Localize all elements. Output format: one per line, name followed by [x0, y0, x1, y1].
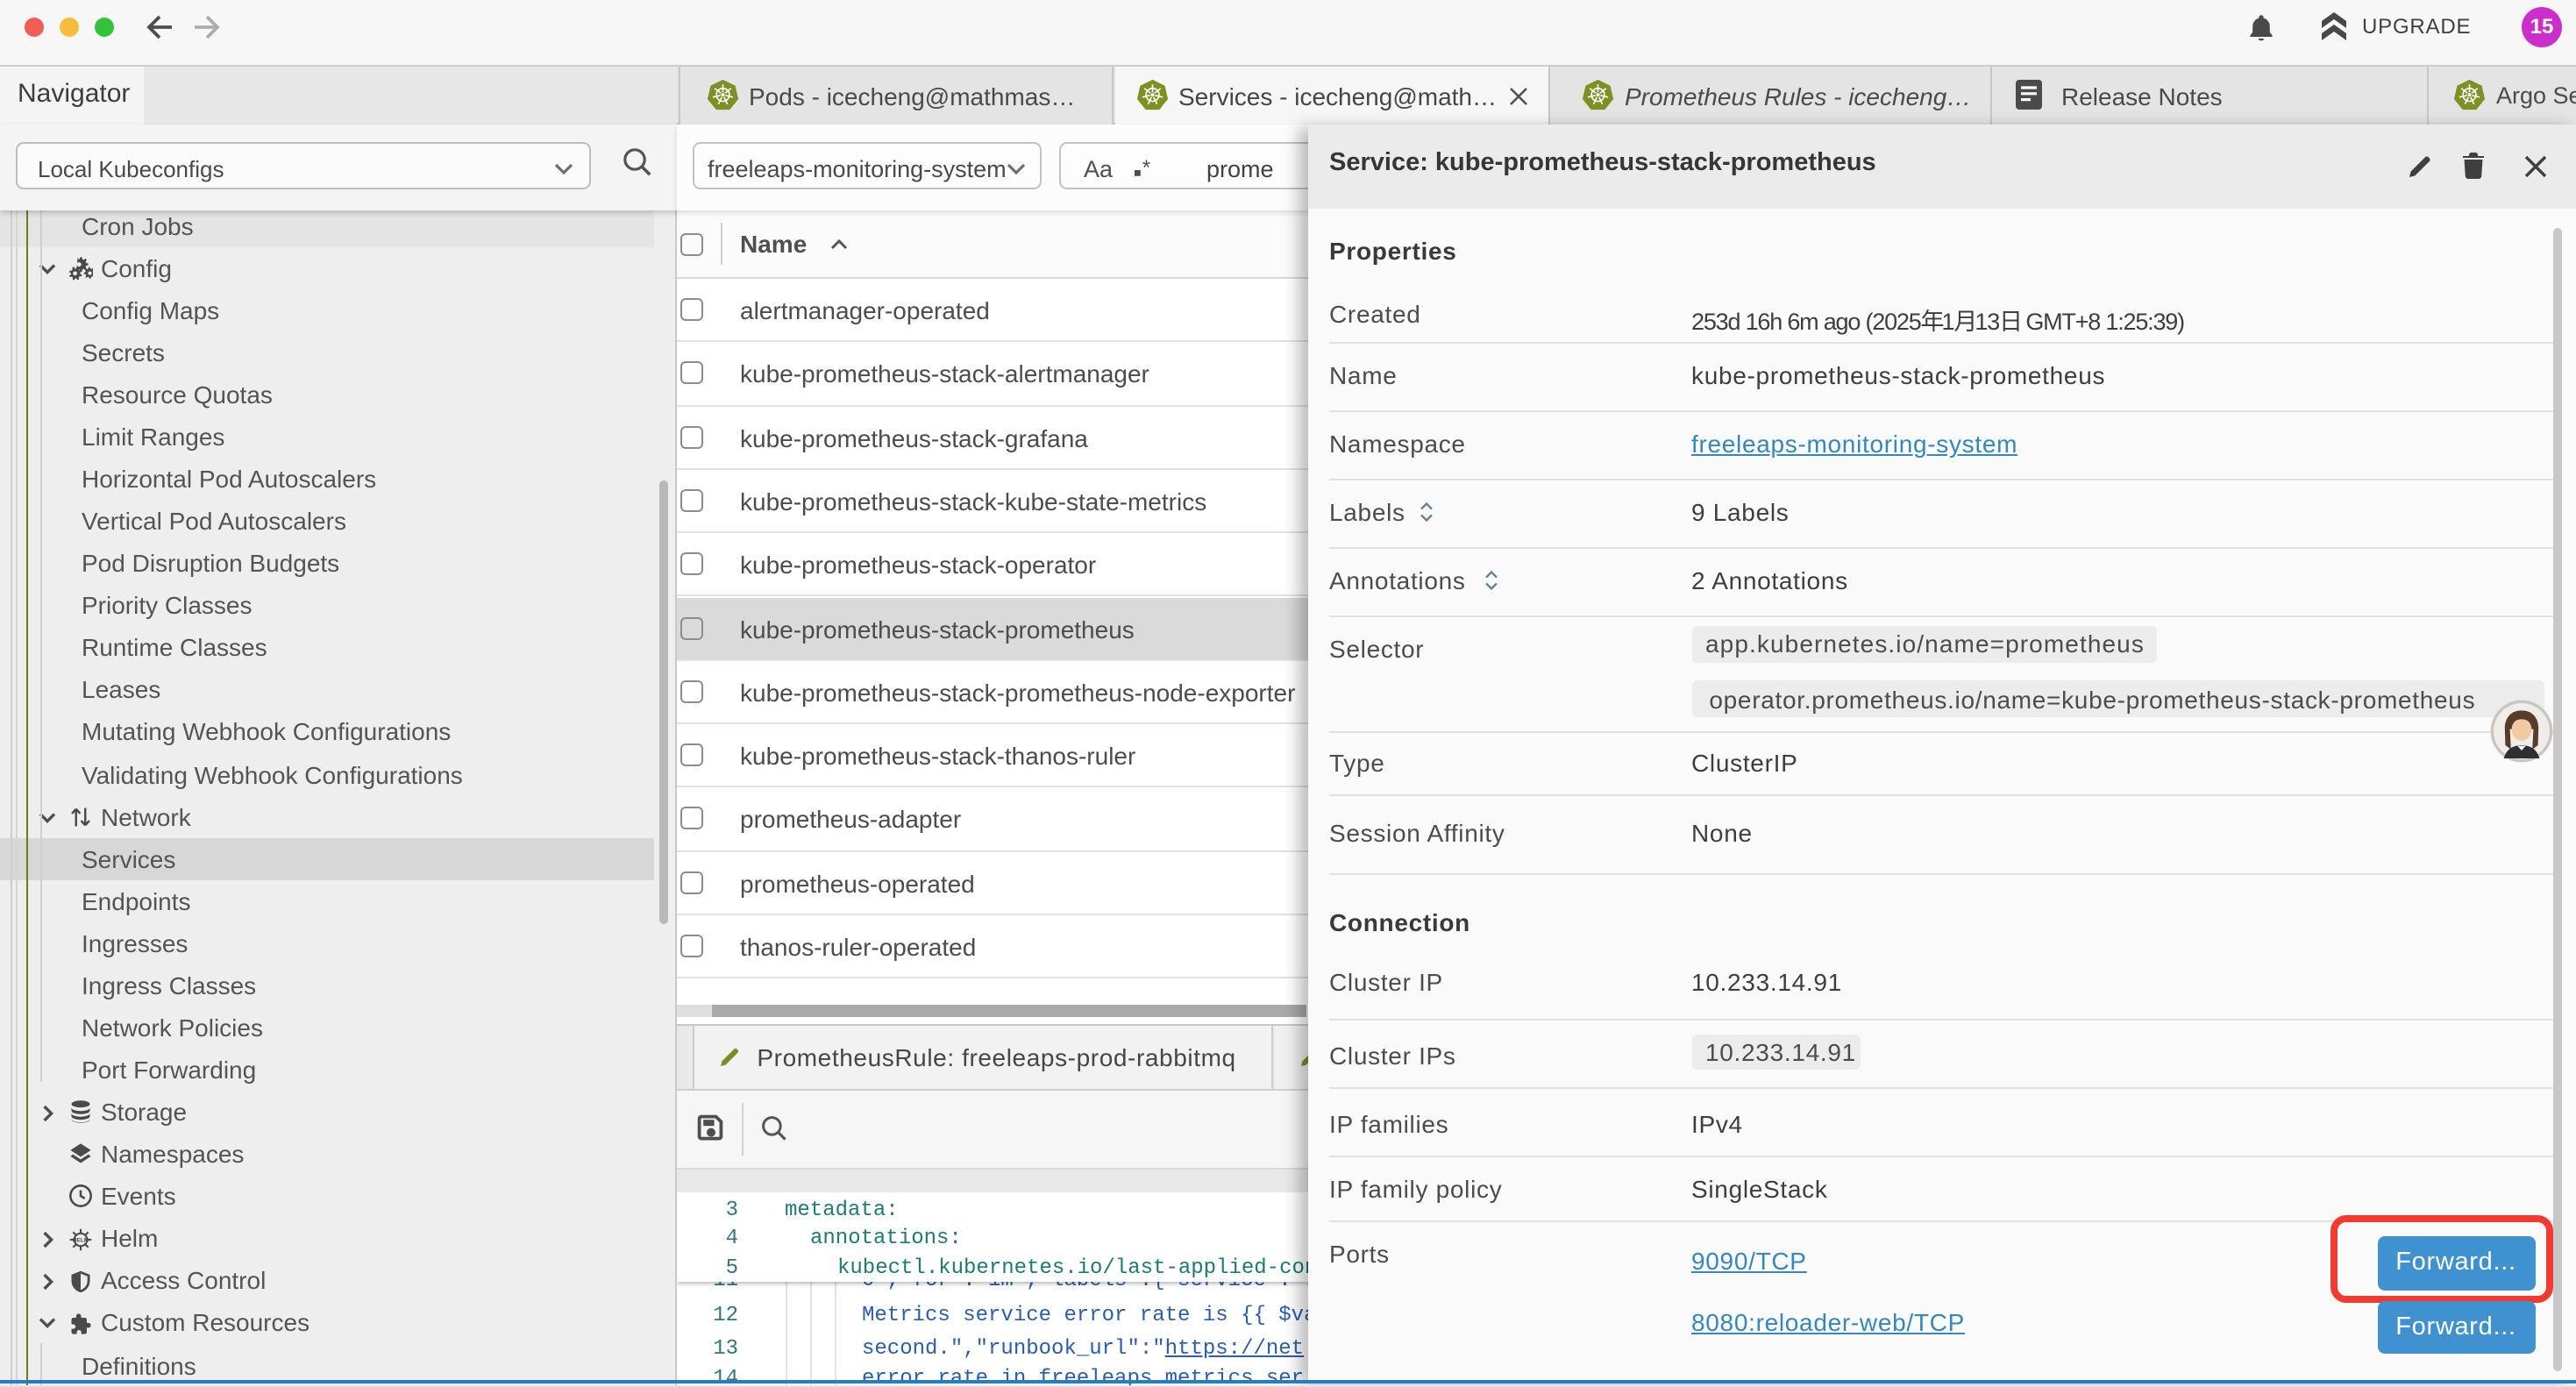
svg-text:HELM: HELM	[73, 1236, 89, 1242]
svg-text:*: *	[1142, 158, 1150, 179]
